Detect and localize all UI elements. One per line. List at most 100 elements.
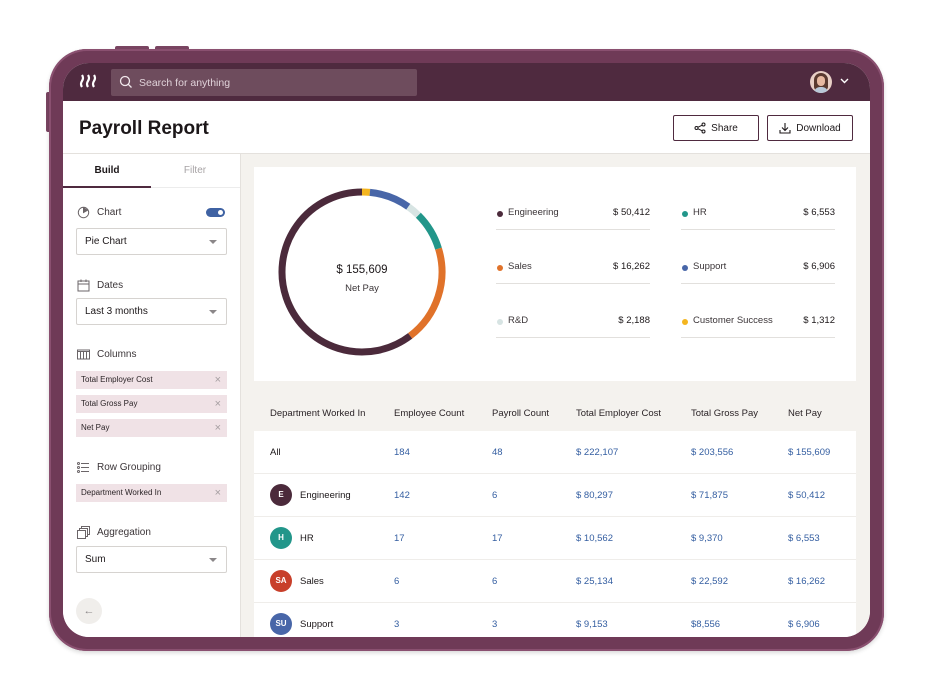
- column-header[interactable]: Total Employer Cost: [576, 408, 661, 419]
- legend-item: Engineering $ 50,412: [496, 202, 650, 230]
- chart-type-select[interactable]: Pie Chart: [76, 228, 227, 255]
- employer-cost-cell[interactable]: $ 9,153: [576, 619, 608, 630]
- column-header[interactable]: Net Pay: [788, 408, 822, 419]
- donut-center-value: $ 155,609: [336, 264, 388, 276]
- table-header: Department Worked In Employee Count Payr…: [254, 395, 856, 431]
- report-builder-sidebar: Build Filter Chart Pie Chart Dates Last …: [63, 154, 241, 637]
- column-chip: Total Gross Pay ×: [76, 395, 227, 413]
- aggregation-label: Aggregation: [97, 527, 151, 538]
- donut-segment-r-d[interactable]: [406, 203, 421, 218]
- employer-cost-cell[interactable]: $ 80,297: [576, 490, 613, 501]
- logo-icon[interactable]: [79, 74, 101, 90]
- table-row[interactable]: SA Sales 6 6 $ 25,134 $ 22,592 $ 16,262: [254, 560, 856, 603]
- collapse-sidebar-button[interactable]: ←: [76, 598, 102, 624]
- gross-pay-cell[interactable]: $ 22,592: [691, 576, 728, 587]
- remove-icon[interactable]: ×: [215, 371, 221, 389]
- page-title: Payroll Report: [79, 118, 209, 139]
- column-chip: Total Employer Cost ×: [76, 371, 227, 389]
- columns-section-label: Columns: [77, 349, 136, 360]
- dropdown-arrow-icon: [209, 310, 217, 314]
- net-pay-cell[interactable]: $ 155,609: [788, 447, 830, 458]
- report-main-area: $ 155,609 Net Pay Engineering $ 50,412 Sal…: [241, 154, 870, 637]
- department-cell: Engineering: [300, 490, 351, 501]
- legend-item: R&D $ 2,188: [496, 310, 650, 338]
- department-cell: HR: [300, 533, 314, 544]
- net-pay-cell[interactable]: $ 6,906: [788, 619, 820, 630]
- column-header[interactable]: Payroll Count: [492, 408, 549, 419]
- chart-label: Chart: [97, 207, 122, 218]
- download-button[interactable]: Download: [767, 115, 853, 141]
- legend-color-dot: [682, 319, 688, 325]
- dates-label: Dates: [97, 280, 124, 291]
- employer-cost-cell[interactable]: $ 222,107: [576, 447, 618, 458]
- donut-segment-support[interactable]: [369, 188, 411, 210]
- payroll-table: Department Worked In Employee Count Payr…: [254, 395, 856, 637]
- legend-label: HR: [693, 207, 707, 218]
- column-chip-label: Net Pay: [81, 423, 110, 432]
- column-header[interactable]: Department Worked In: [270, 408, 365, 419]
- tab-filter[interactable]: Filter: [151, 154, 239, 188]
- arrow-left-icon: ←: [83, 605, 95, 617]
- row-grouping-label: Row Grouping: [97, 462, 161, 473]
- remove-icon[interactable]: ×: [215, 484, 221, 502]
- employees-cell[interactable]: 6: [394, 576, 399, 587]
- gross-pay-cell[interactable]: $8,556: [691, 619, 720, 630]
- aggregation-select[interactable]: Sum: [76, 546, 227, 573]
- payrolls-cell[interactable]: 48: [492, 447, 503, 458]
- search-bar[interactable]: [111, 69, 417, 96]
- remove-icon[interactable]: ×: [215, 395, 221, 413]
- employer-cost-cell[interactable]: $ 25,134: [576, 576, 613, 587]
- column-chip-label: Total Employer Cost: [81, 375, 153, 384]
- department-badge: H: [270, 527, 292, 549]
- gross-pay-cell[interactable]: $ 203,556: [691, 447, 733, 458]
- gross-pay-cell[interactable]: $ 71,875: [691, 490, 728, 501]
- legend-label: Engineering: [508, 207, 559, 218]
- payrolls-cell[interactable]: 17: [492, 533, 503, 544]
- employees-cell[interactable]: 142: [394, 490, 410, 501]
- share-button[interactable]: Share: [673, 115, 759, 141]
- legend-color-dot: [497, 319, 503, 325]
- net-pay-cell[interactable]: $ 6,553: [788, 533, 820, 544]
- legend-label: Support: [693, 261, 727, 272]
- net-pay-cell[interactable]: $ 50,412: [788, 490, 825, 501]
- department-cell: All: [270, 447, 281, 458]
- payrolls-cell[interactable]: 3: [492, 619, 497, 630]
- employees-cell[interactable]: 17: [394, 533, 405, 544]
- calendar-icon: [77, 279, 90, 292]
- chevron-down-icon[interactable]: [840, 76, 849, 86]
- sidebar-tabs: Build Filter: [63, 154, 240, 188]
- gross-pay-cell[interactable]: $ 9,370: [691, 533, 723, 544]
- column-header[interactable]: Total Gross Pay: [691, 408, 758, 419]
- chart-card: $ 155,609 Net Pay Engineering $ 50,412 Sal…: [254, 167, 856, 381]
- payrolls-cell[interactable]: 6: [492, 576, 497, 587]
- donut-segment-hr[interactable]: [415, 212, 442, 250]
- top-navigation-bar: [63, 63, 870, 101]
- net-pay-cell[interactable]: $ 16,262: [788, 576, 825, 587]
- table-row[interactable]: All 184 48 $ 222,107 $ 203,556 $ 155,609: [254, 431, 856, 474]
- aggregation-value: Sum: [85, 554, 106, 565]
- share-icon: [694, 122, 706, 134]
- download-label: Download: [796, 122, 841, 134]
- chart-toggle[interactable]: [206, 208, 225, 217]
- row-grouping-chip-label: Department Worked In: [81, 488, 162, 497]
- tab-build[interactable]: Build: [63, 154, 151, 188]
- employees-cell[interactable]: 184: [394, 447, 410, 458]
- search-icon: [119, 75, 132, 88]
- employer-cost-cell[interactable]: $ 10,562: [576, 533, 613, 544]
- payrolls-cell[interactable]: 6: [492, 490, 497, 501]
- table-row[interactable]: E Engineering 142 6 $ 80,297 $ 71,875 $ 50,412: [254, 474, 856, 517]
- department-cell: Sales: [300, 576, 324, 587]
- legend-color-dot: [497, 211, 503, 217]
- dates-select[interactable]: Last 3 months: [76, 298, 227, 325]
- table-row[interactable]: SU Support 3 3 $ 9,153 $8,556 $ 6,906: [254, 603, 856, 637]
- search-input[interactable]: [139, 69, 409, 96]
- column-header[interactable]: Employee Count: [394, 408, 464, 419]
- remove-icon[interactable]: ×: [215, 419, 221, 437]
- user-avatar[interactable]: [810, 71, 832, 93]
- employees-cell[interactable]: 3: [394, 619, 399, 630]
- column-chip: Net Pay ×: [76, 419, 227, 437]
- legend-item: Sales $ 16,262: [496, 256, 650, 284]
- list-icon: [77, 462, 89, 473]
- table-row[interactable]: H HR 17 17 $ 10,562 $ 9,370 $ 6,553: [254, 517, 856, 560]
- legend-label: R&D: [508, 315, 529, 326]
